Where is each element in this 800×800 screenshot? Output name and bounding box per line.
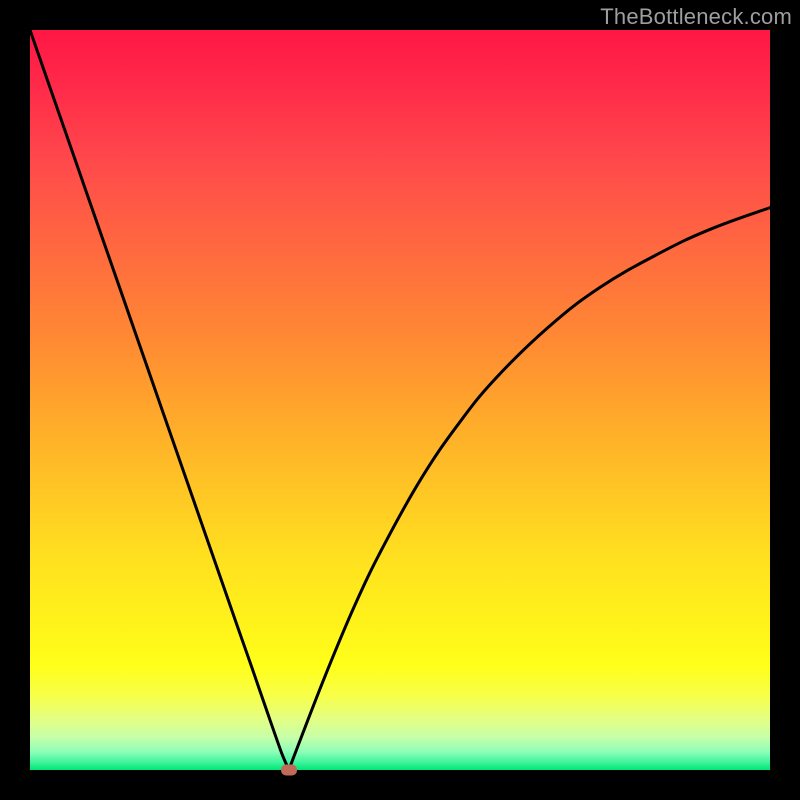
watermark-text: TheBottleneck.com [600,4,792,30]
bottleneck-curve [30,30,770,770]
min-point-marker [281,765,297,776]
chart-svg [30,30,770,770]
chart-root: TheBottleneck.com [0,0,800,800]
